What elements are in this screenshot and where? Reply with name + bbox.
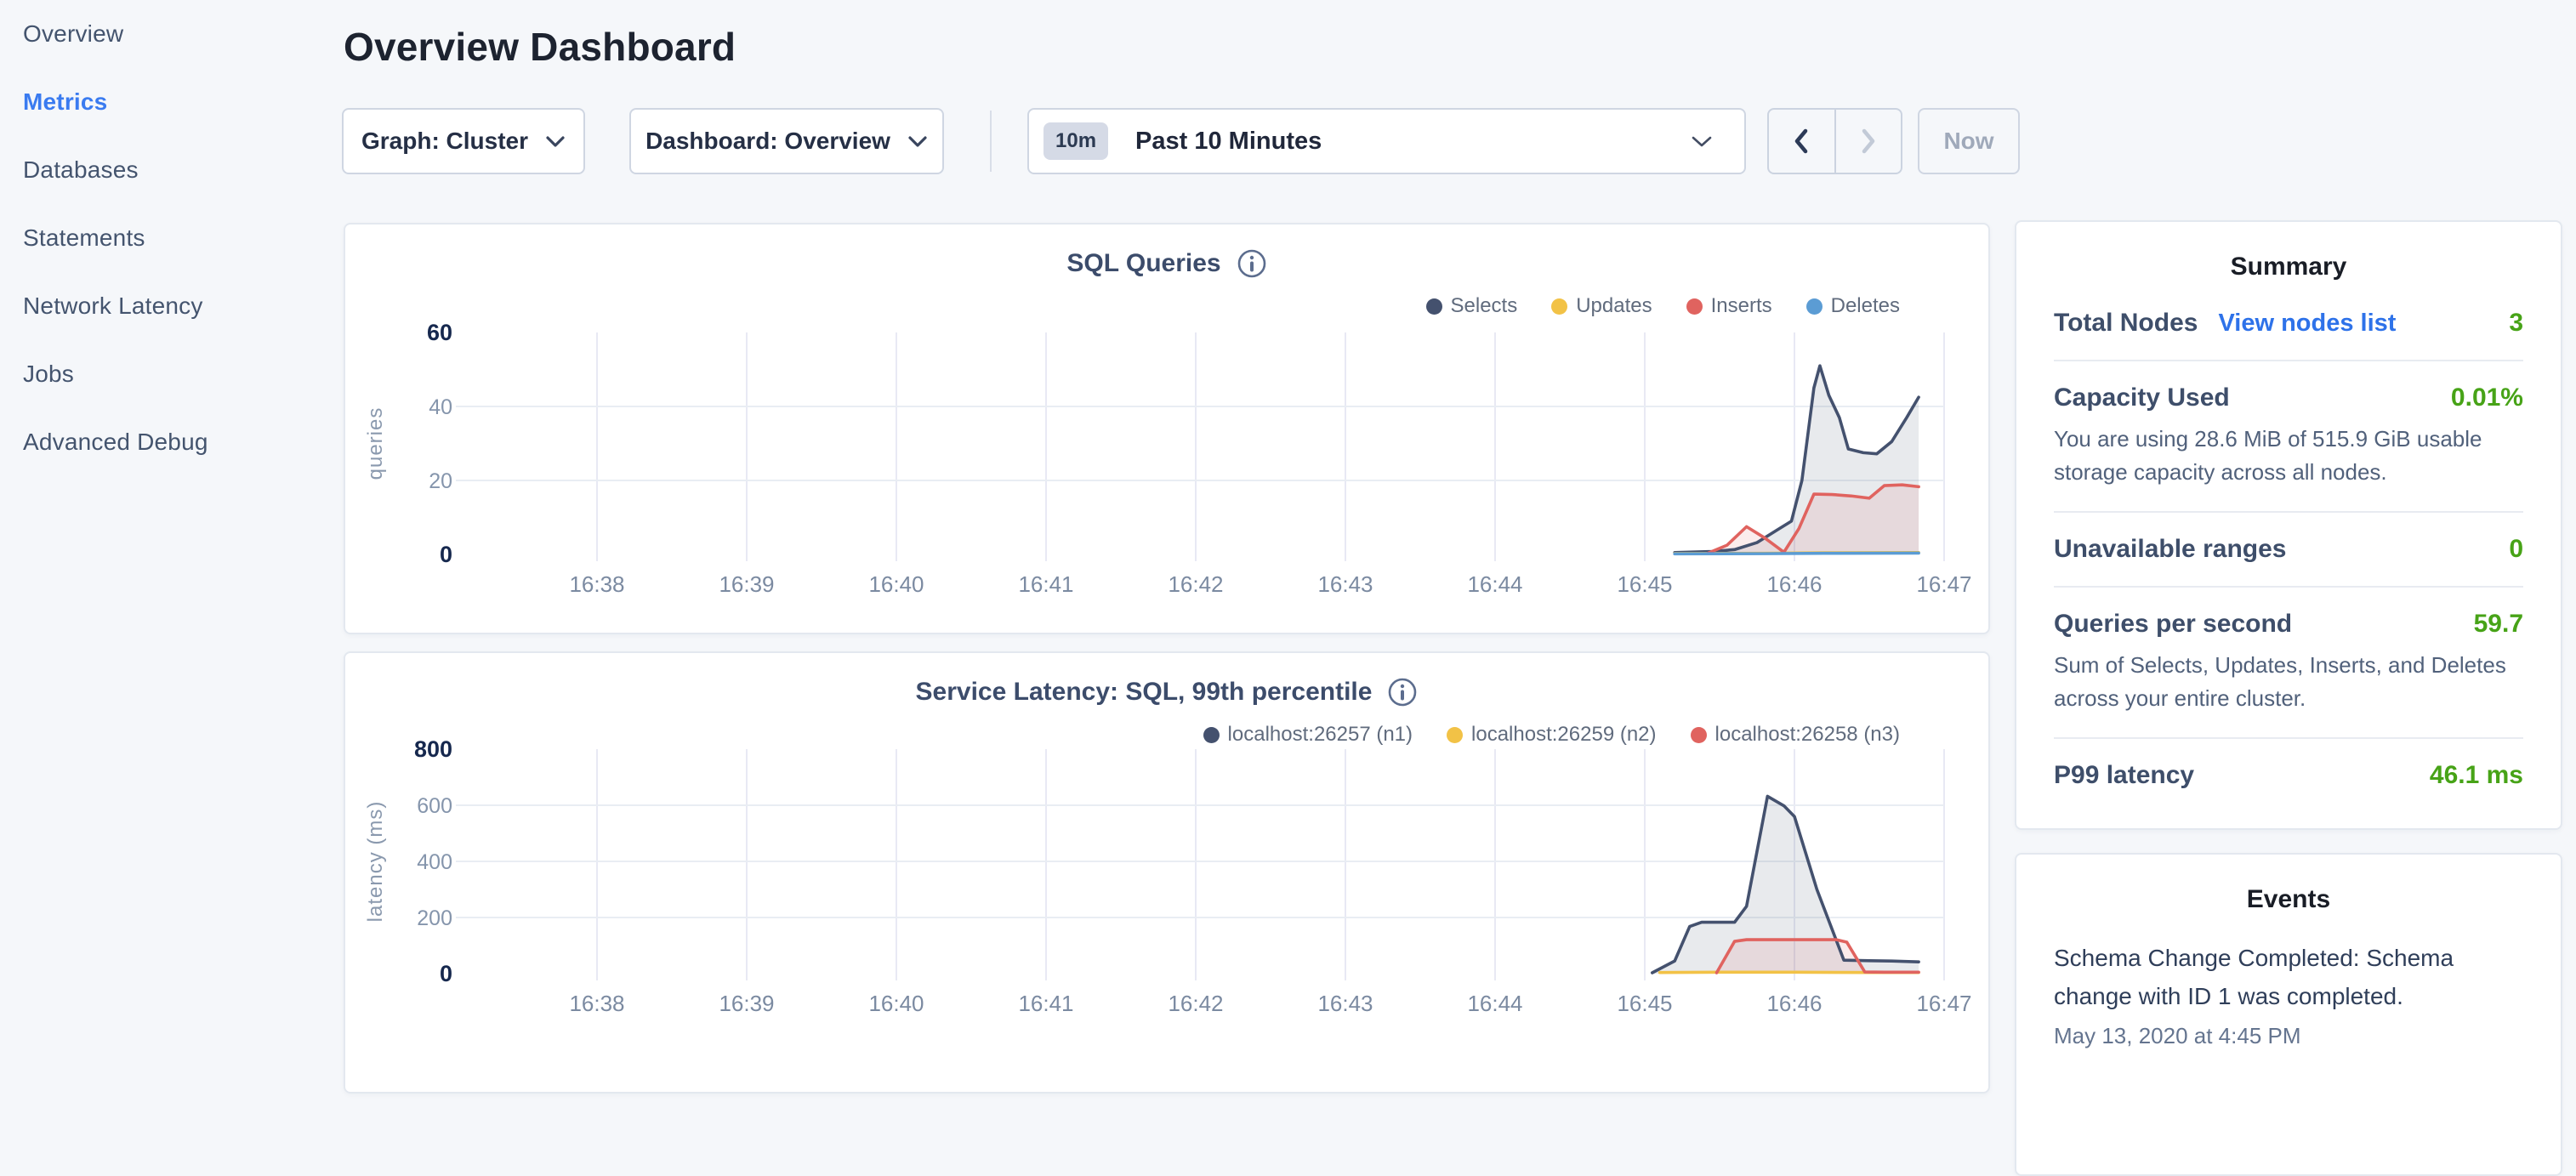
y-axis-tick-label: 20 bbox=[429, 469, 452, 493]
events-title: Events bbox=[2054, 885, 2523, 914]
summary-row-value: 0 bbox=[2509, 535, 2523, 564]
summary-row-total-nodes: Total Nodes View nodes list 3 bbox=[2054, 287, 2523, 361]
sidebar-item-databases[interactable]: Databases bbox=[0, 136, 344, 204]
toolbar-divider bbox=[990, 111, 992, 172]
x-axis-tick-label: 16:43 bbox=[1317, 991, 1373, 1016]
x-axis-tick-label: 16:39 bbox=[719, 571, 774, 597]
time-range-badge: 10m bbox=[1043, 122, 1108, 160]
page-title: Overview Dashboard bbox=[344, 24, 736, 70]
x-axis-tick-label: 16:42 bbox=[1168, 571, 1223, 597]
x-axis-tick-label: 16:43 bbox=[1317, 571, 1373, 597]
summary-row-label: Unavailable ranges bbox=[2054, 535, 2286, 564]
time-prev-button[interactable] bbox=[1769, 110, 1836, 173]
graph-dropdown[interactable]: Graph: Cluster bbox=[342, 108, 585, 174]
x-axis-tick-label: 16:42 bbox=[1168, 991, 1223, 1016]
event-item[interactable]: Schema Change Completed: Schema change w… bbox=[2054, 940, 2523, 1049]
graph-dropdown-label: Graph: Cluster bbox=[361, 128, 528, 155]
x-axis-tick-label: 16:38 bbox=[569, 991, 624, 1016]
y-axis-tick-label: 0 bbox=[440, 961, 452, 986]
summary-row-p99-latency: P99 latency 46.1 ms bbox=[2054, 739, 2523, 812]
summary-row-label: Capacity Used bbox=[2054, 383, 2230, 412]
x-axis-tick-label: 16:45 bbox=[1617, 991, 1672, 1016]
x-axis-tick-label: 16:47 bbox=[1916, 991, 1971, 1016]
event-text: Schema Change Completed: Schema change w… bbox=[2054, 940, 2523, 1016]
x-axis-tick-label: 16:40 bbox=[868, 571, 924, 597]
chevron-down-icon bbox=[545, 135, 566, 148]
y-axis-tick-label: 600 bbox=[417, 794, 452, 818]
now-button[interactable]: Now bbox=[1918, 108, 2020, 174]
y-axis-tick-label: 40 bbox=[429, 395, 452, 419]
y-axis-title: queries bbox=[364, 407, 387, 480]
y-axis-tick-label: 200 bbox=[417, 906, 452, 930]
chevron-down-icon bbox=[1690, 134, 1714, 148]
summary-row-capacity-used: Capacity Used 0.01% You are using 28.6 MiB… bbox=[2054, 361, 2523, 513]
chevron-down-icon bbox=[907, 135, 928, 148]
summary-row-label: P99 latency bbox=[2054, 761, 2194, 790]
sidebar-nav: OverviewMetricsDatabasesStatementsNetwor… bbox=[0, 0, 344, 1051]
service-latency-plot-area[interactable]: 16:38 16:39 16:40 16:41 16:42 16:43 16:44 16:45… bbox=[345, 653, 1992, 1094]
x-axis-tick-label: 16:46 bbox=[1766, 991, 1822, 1016]
time-range-selector[interactable]: 10m Past 10 Minutes bbox=[1027, 108, 1746, 174]
summary-row-value: 59.7 bbox=[2474, 610, 2523, 639]
sidebar-item-statements[interactable]: Statements bbox=[0, 204, 344, 272]
chevron-right-icon bbox=[1861, 128, 1876, 155]
events-panel: Events Schema Change Completed: Schema c… bbox=[2015, 853, 2562, 1176]
summary-row-queries-per-second: Queries per second 59.7 Sum of Selects, Up… bbox=[2054, 588, 2523, 739]
x-axis-tick-label: 16:41 bbox=[1018, 991, 1073, 1016]
view-nodes-list-link[interactable]: View nodes list bbox=[2218, 310, 2396, 338]
summary-rows: Total Nodes View nodes list 3 Capacity Used… bbox=[2054, 287, 2523, 812]
summary-row-value: 3 bbox=[2509, 309, 2523, 338]
time-next-button[interactable] bbox=[1836, 110, 1902, 173]
x-axis-tick-label: 16:38 bbox=[569, 571, 624, 597]
x-axis-tick-label: 16:45 bbox=[1617, 571, 1672, 597]
x-axis-tick-label: 16:44 bbox=[1467, 991, 1522, 1016]
y-axis-tick-label: 400 bbox=[417, 850, 452, 874]
x-axis-tick-label: 16:44 bbox=[1467, 571, 1522, 597]
summary-row-description: You are using 28.6 MiB of 515.9 GiB usab… bbox=[2054, 423, 2523, 489]
sidebar-item-advanced-debug[interactable]: Advanced Debug bbox=[0, 408, 344, 476]
sidebar-item-metrics[interactable]: Metrics bbox=[0, 68, 344, 136]
x-axis-tick-label: 16:46 bbox=[1766, 571, 1822, 597]
summary-row-unavailable-ranges: Unavailable ranges 0 bbox=[2054, 513, 2523, 588]
sidebar-item-overview[interactable]: Overview bbox=[0, 0, 344, 68]
dashboard-dropdown-label: Dashboard: Overview bbox=[645, 128, 890, 155]
y-axis-title: latency (ms) bbox=[364, 801, 387, 923]
sidebar-item-jobs[interactable]: Jobs bbox=[0, 340, 344, 408]
summary-row-value: 0.01% bbox=[2451, 383, 2523, 412]
x-axis-tick-label: 16:41 bbox=[1018, 571, 1073, 597]
x-axis-tick-label: 16:47 bbox=[1916, 571, 1971, 597]
summary-row-label: Queries per second bbox=[2054, 610, 2292, 639]
y-axis-tick-label: 0 bbox=[440, 542, 452, 567]
event-timestamp: May 13, 2020 at 4:45 PM bbox=[2054, 1023, 2523, 1049]
time-pager bbox=[1767, 108, 1902, 174]
sidebar-item-network-latency[interactable]: Network Latency bbox=[0, 272, 344, 340]
sql-queries-chart-card: SQL Queries SelectsUpdatesInsertsDeletes… bbox=[344, 223, 1990, 634]
summary-row-description: Sum of Selects, Updates, Inserts, and De… bbox=[2054, 649, 2523, 715]
summary-title: Summary bbox=[2054, 253, 2523, 281]
time-range-label: Past 10 Minutes bbox=[1135, 128, 1322, 156]
x-axis-tick-label: 16:39 bbox=[719, 991, 774, 1016]
y-axis-tick-label: 60 bbox=[427, 320, 452, 345]
summary-panel: Summary Total Nodes View nodes list 3 Capac… bbox=[2015, 220, 2562, 830]
y-axis-tick-label: 800 bbox=[414, 736, 452, 762]
summary-row-label: Total Nodes bbox=[2054, 309, 2198, 338]
service-latency-chart-card: Service Latency: SQL, 99th percentile lo… bbox=[344, 651, 1990, 1094]
summary-row-value: 46.1 ms bbox=[2430, 761, 2523, 790]
series-line bbox=[1675, 553, 1919, 554]
chevron-left-icon bbox=[1794, 128, 1809, 155]
dashboard-dropdown[interactable]: Dashboard: Overview bbox=[629, 108, 944, 174]
sql-queries-plot-area[interactable]: 16:38 16:39 16:40 16:41 16:42 16:43 16:44 16:45… bbox=[345, 224, 1992, 636]
x-axis-tick-label: 16:40 bbox=[868, 991, 924, 1016]
